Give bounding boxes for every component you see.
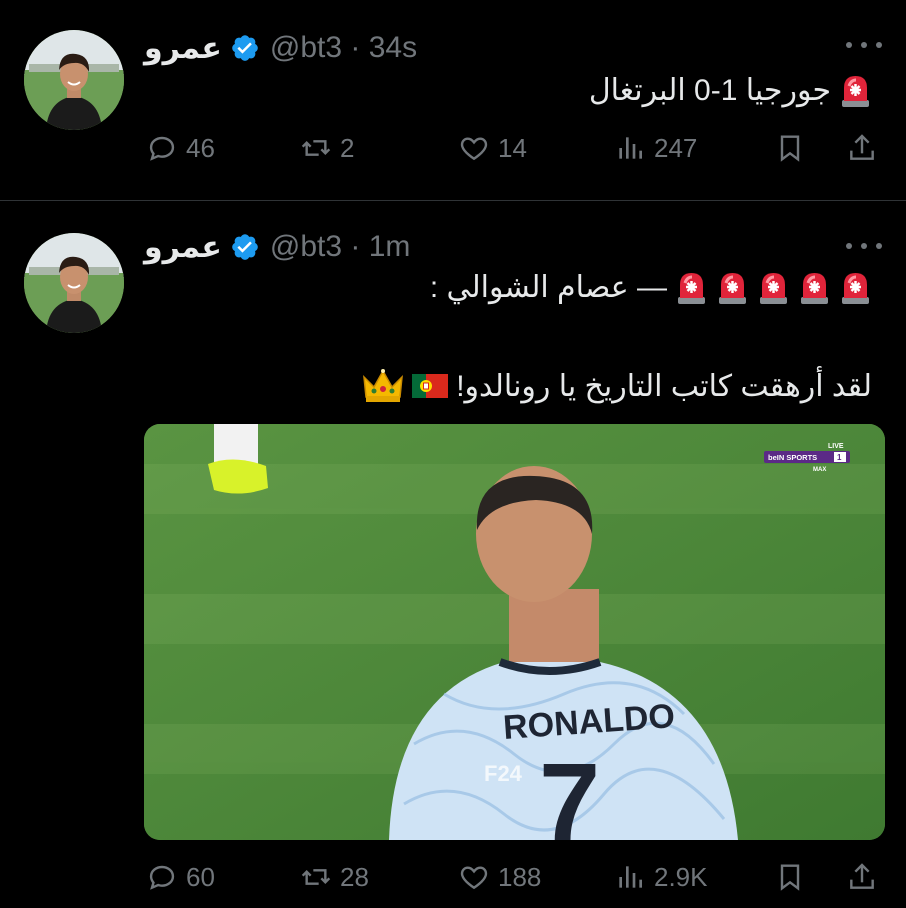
bookmark-button[interactable] <box>774 132 806 164</box>
tweet-media-image[interactable]: RONALDO 7 F24 LIVE beIN SPORTS 1 MAX <box>144 424 885 840</box>
jersey-number: 7 <box>539 741 600 840</box>
views-icon <box>619 866 642 888</box>
retweet-count: 28 <box>340 861 369 892</box>
views-count: 2.9K <box>654 861 708 892</box>
more-icon[interactable] <box>846 239 882 253</box>
channel-number: 1 <box>837 453 842 462</box>
alarm-emoji-icon <box>719 273 746 304</box>
retweet-button[interactable]: 28 <box>300 861 369 893</box>
views-button[interactable]: 247 <box>614 132 697 164</box>
share-icon <box>850 863 874 889</box>
share-icon <box>850 134 874 160</box>
like-icon <box>460 866 488 890</box>
tweet-1[interactable]: عمرو @bt3 · 34s جورجيا 1-0 البرتغال 46 2… <box>0 0 906 200</box>
bookmark-icon <box>780 135 800 162</box>
alarm-emoji-icon <box>760 273 787 304</box>
watermark: F24 <box>484 761 523 786</box>
channel-sub: MAX <box>813 467 826 473</box>
more-icon[interactable] <box>846 38 882 52</box>
reply-count: 60 <box>186 861 215 892</box>
retweet-button[interactable]: 2 <box>300 132 354 164</box>
share-button[interactable] <box>846 861 878 893</box>
avatar[interactable] <box>24 30 124 130</box>
like-button[interactable]: 188 <box>458 861 541 893</box>
reply-icon <box>149 865 175 890</box>
tweet-text: جورجيا 1-0 البرتغال <box>589 72 872 108</box>
verified-badge-icon <box>232 35 258 61</box>
tweet-text-content: لقد أرهقت كاتب التاريخ يا رونالدو! <box>456 369 872 403</box>
live-label: LIVE <box>828 443 844 450</box>
like-button[interactable]: 14 <box>458 132 527 164</box>
tweet-text-line-2: لقد أرهقت كاتب التاريخ يا رونالدو! <box>362 367 872 405</box>
handle-time[interactable]: @bt3 · 34s <box>270 31 417 65</box>
broadcaster-name: beIN SPORTS <box>768 453 817 462</box>
alarm-emoji-icon <box>842 273 869 304</box>
reply-button[interactable]: 60 <box>146 861 215 893</box>
reply-button[interactable]: 46 <box>146 132 215 164</box>
views-icon <box>619 137 642 159</box>
like-count: 14 <box>498 132 527 163</box>
crown-emoji-icon <box>363 369 404 402</box>
bookmark-icon <box>780 864 800 891</box>
views-count: 247 <box>654 132 698 163</box>
portugal-flag-icon <box>412 374 449 398</box>
tweet-text-content: — عصام الشوالي : <box>429 270 667 304</box>
views-button[interactable]: 2.9K <box>614 861 708 893</box>
tweet-2[interactable]: عمرو @bt3 · 1m — عصام الشوالي : لقد أرهق… <box>0 201 906 908</box>
retweet-icon <box>301 140 331 156</box>
avatar[interactable] <box>24 233 124 333</box>
alarm-emoji-icon <box>801 273 828 304</box>
retweet-icon <box>301 869 331 885</box>
reply-icon <box>149 136 175 161</box>
reply-count: 46 <box>186 132 215 163</box>
author-name[interactable]: عمرو <box>144 230 222 265</box>
handle-time[interactable]: @bt3 · 1m <box>270 230 411 264</box>
alarm-emoji-icon <box>842 76 869 107</box>
like-icon <box>460 137 488 161</box>
tweet-text-content: جورجيا 1-0 البرتغال <box>588 73 831 107</box>
like-count: 188 <box>498 861 542 892</box>
share-button[interactable] <box>846 132 878 164</box>
verified-badge-icon <box>232 234 258 260</box>
author-name[interactable]: عمرو <box>144 31 222 66</box>
alarm-emoji-icon <box>678 273 705 304</box>
tweet-text-line-1: — عصام الشوالي : <box>430 269 872 305</box>
retweet-count: 2 <box>340 132 355 163</box>
bookmark-button[interactable] <box>774 861 806 893</box>
